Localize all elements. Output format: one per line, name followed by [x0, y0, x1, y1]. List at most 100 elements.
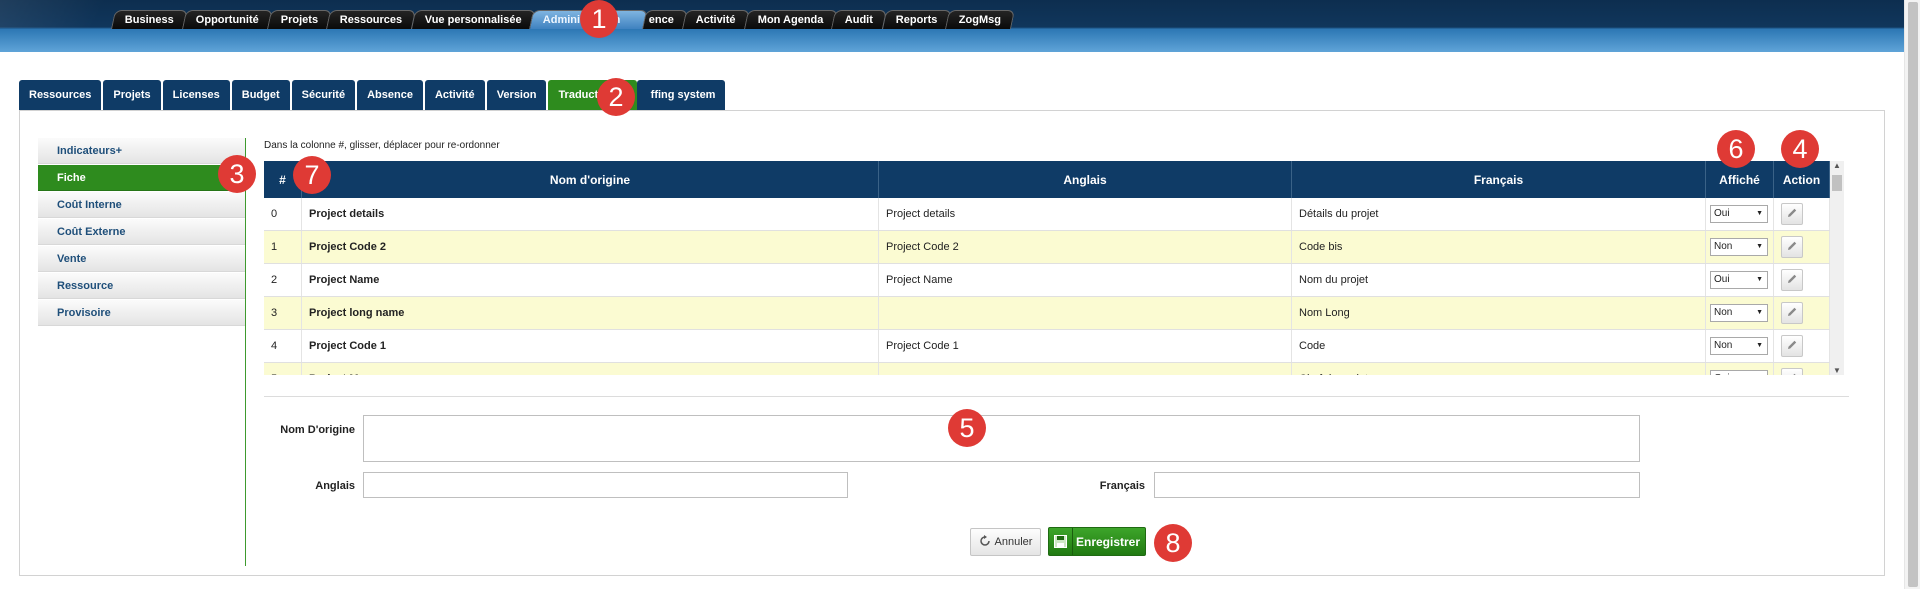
annotation-badge-3: 3: [218, 155, 256, 193]
top-tab-label: Mon Agenda: [757, 14, 824, 26]
page-scroll-thumb[interactable]: [1908, 2, 1918, 587]
row-english: Project details: [879, 198, 1292, 230]
cancel-button-label: Annuler: [994, 536, 1033, 548]
edit-button[interactable]: [1781, 302, 1803, 324]
sidebar-item-cout-externe[interactable]: Coût Externe: [38, 219, 245, 245]
table-header: # Nom d'origine Anglais Français Affiché…: [264, 161, 1830, 198]
row-french: Nom Long: [1292, 297, 1706, 329]
top-tab-zogmsg[interactable]: ZogMsg: [945, 10, 1016, 29]
column-header-english[interactable]: Anglais: [879, 161, 1292, 198]
content-divider: [245, 138, 246, 566]
sidebar-item-fiche[interactable]: Fiche: [38, 165, 245, 191]
shown-select[interactable]: Non: [1710, 238, 1768, 256]
top-tab-activite[interactable]: Activité: [682, 10, 750, 29]
row-french: Chef de projet: [1292, 363, 1706, 375]
subtab-activite[interactable]: Activité: [424, 80, 485, 110]
row-number[interactable]: 0: [264, 198, 302, 230]
pencil-icon: [1786, 273, 1798, 288]
row-action-cell: [1774, 330, 1830, 362]
save-button-label: Enregistrer: [1076, 534, 1141, 549]
row-number[interactable]: 3: [264, 297, 302, 329]
row-french: Détails du projet: [1292, 198, 1706, 230]
top-tab-vue-personnalisee[interactable]: Vue personnalisée: [410, 10, 536, 29]
row-shown-cell: Non: [1706, 297, 1774, 329]
sidebar-item-ressource[interactable]: Ressource: [38, 273, 245, 299]
edit-button[interactable]: [1781, 203, 1803, 225]
shown-select[interactable]: Non: [1710, 304, 1768, 322]
table-row[interactable]: 4 Project Code 1 Project Code 1 Code Non: [264, 330, 1830, 363]
table-row[interactable]: 0 Project details Project details Détails d…: [264, 198, 1830, 231]
subtab-licenses[interactable]: Licenses: [162, 80, 230, 110]
annotation-badge-2: 2: [597, 78, 635, 116]
scroll-thumb[interactable]: [1832, 175, 1842, 191]
row-number[interactable]: 2: [264, 264, 302, 296]
edit-button[interactable]: [1781, 236, 1803, 258]
origin-name-label: Nom D'origine: [280, 424, 355, 436]
top-tab-ence[interactable]: ence: [641, 10, 689, 29]
column-header-origin[interactable]: Nom d'origine: [302, 161, 879, 198]
top-nav-tabs: Business Opportunité Projets Ressources …: [110, 10, 1016, 29]
english-field[interactable]: [363, 472, 848, 498]
top-tab-projets[interactable]: Projets: [266, 10, 333, 29]
row-origin-name: Project Name: [302, 264, 879, 296]
top-tab-reports[interactable]: Reports: [881, 10, 952, 29]
edit-button[interactable]: [1781, 269, 1803, 291]
page-scrollbar[interactable]: [1904, 0, 1920, 589]
top-tab-ressources[interactable]: Ressources: [326, 10, 417, 29]
edit-button[interactable]: [1781, 335, 1803, 357]
refresh-icon: [979, 534, 991, 550]
row-action-cell: [1774, 231, 1830, 263]
top-tab-label: ZogMsg: [958, 14, 1002, 26]
top-tab-opportunite[interactable]: Opportunité: [181, 10, 273, 29]
subtab-ressources[interactable]: Ressources: [19, 80, 102, 110]
table-row[interactable]: 5Project M... Chef de projet Oui: [264, 363, 1830, 375]
top-tab-label: Projets: [280, 14, 318, 26]
row-origin-name: Project Code 2: [302, 231, 879, 263]
top-tab-label: Business: [124, 14, 174, 26]
scroll-down-icon[interactable]: ▼: [1830, 366, 1844, 375]
scroll-up-icon[interactable]: ▲: [1830, 161, 1844, 170]
top-tab-business[interactable]: Business: [110, 10, 188, 29]
subtab-staffing-system[interactable]: ffing system: [636, 80, 726, 110]
row-number[interactable]: 4: [264, 330, 302, 362]
save-button[interactable]: Enregistrer: [1048, 527, 1146, 556]
row-french: Code bis: [1292, 231, 1706, 263]
shown-select[interactable]: Oui: [1710, 205, 1768, 223]
table-row[interactable]: 2 Project Name Project Name Nom du projet Ou…: [264, 264, 1830, 297]
subtab-budget[interactable]: Budget: [231, 80, 290, 110]
subtab-projets[interactable]: Projets: [103, 80, 161, 110]
sidebar-item-cout-interne[interactable]: Coût Interne: [38, 192, 245, 218]
subtab-version[interactable]: Version: [486, 80, 547, 110]
origin-name-field[interactable]: [363, 415, 1640, 462]
subtab-absence[interactable]: Absence: [357, 80, 423, 110]
top-tab-label: ence: [648, 14, 674, 26]
sidebar-item-provisoire[interactable]: Provisoire: [38, 300, 245, 326]
edit-button[interactable]: [1781, 368, 1803, 375]
shown-select[interactable]: Oui: [1710, 271, 1768, 289]
annotation-badge-1: 1: [580, 0, 618, 38]
row-number[interactable]: 5: [264, 363, 302, 375]
french-field[interactable]: [1154, 472, 1640, 498]
cancel-button[interactable]: Annuler: [970, 528, 1041, 556]
top-tab-mon-agenda[interactable]: Mon Agenda: [743, 10, 838, 29]
reorder-hint: Dans la colonne #, glisser, déplacer pou…: [264, 140, 500, 151]
row-action-cell: [1774, 264, 1830, 296]
row-origin-name: Project M...: [302, 363, 879, 375]
shown-select[interactable]: Oui: [1710, 370, 1768, 375]
top-tab-audit[interactable]: Audit: [831, 10, 888, 29]
row-english: Project Name: [879, 264, 1292, 296]
sidebar-item-indicateurs[interactable]: Indicateurs+: [38, 138, 245, 164]
sidebar-item-vente[interactable]: Vente: [38, 246, 245, 272]
row-number[interactable]: 1: [264, 231, 302, 263]
pencil-icon: [1786, 306, 1798, 321]
table-scrollbar[interactable]: ▲ ▼: [1830, 161, 1844, 375]
top-tab-label: Vue personnalisée: [424, 14, 522, 26]
column-header-french[interactable]: Français: [1292, 161, 1706, 198]
top-nav-bar: Business Opportunité Projets Ressources …: [0, 0, 1904, 52]
shown-select[interactable]: Non: [1710, 337, 1768, 355]
row-shown-cell: Oui: [1706, 363, 1774, 375]
subtab-securite[interactable]: Sécurité: [291, 80, 356, 110]
pencil-icon: [1786, 207, 1798, 222]
table-row[interactable]: 3 Project long name Nom Long Non: [264, 297, 1830, 330]
table-row[interactable]: 1 Project Code 2 Project Code 2 Code bis Non: [264, 231, 1830, 264]
